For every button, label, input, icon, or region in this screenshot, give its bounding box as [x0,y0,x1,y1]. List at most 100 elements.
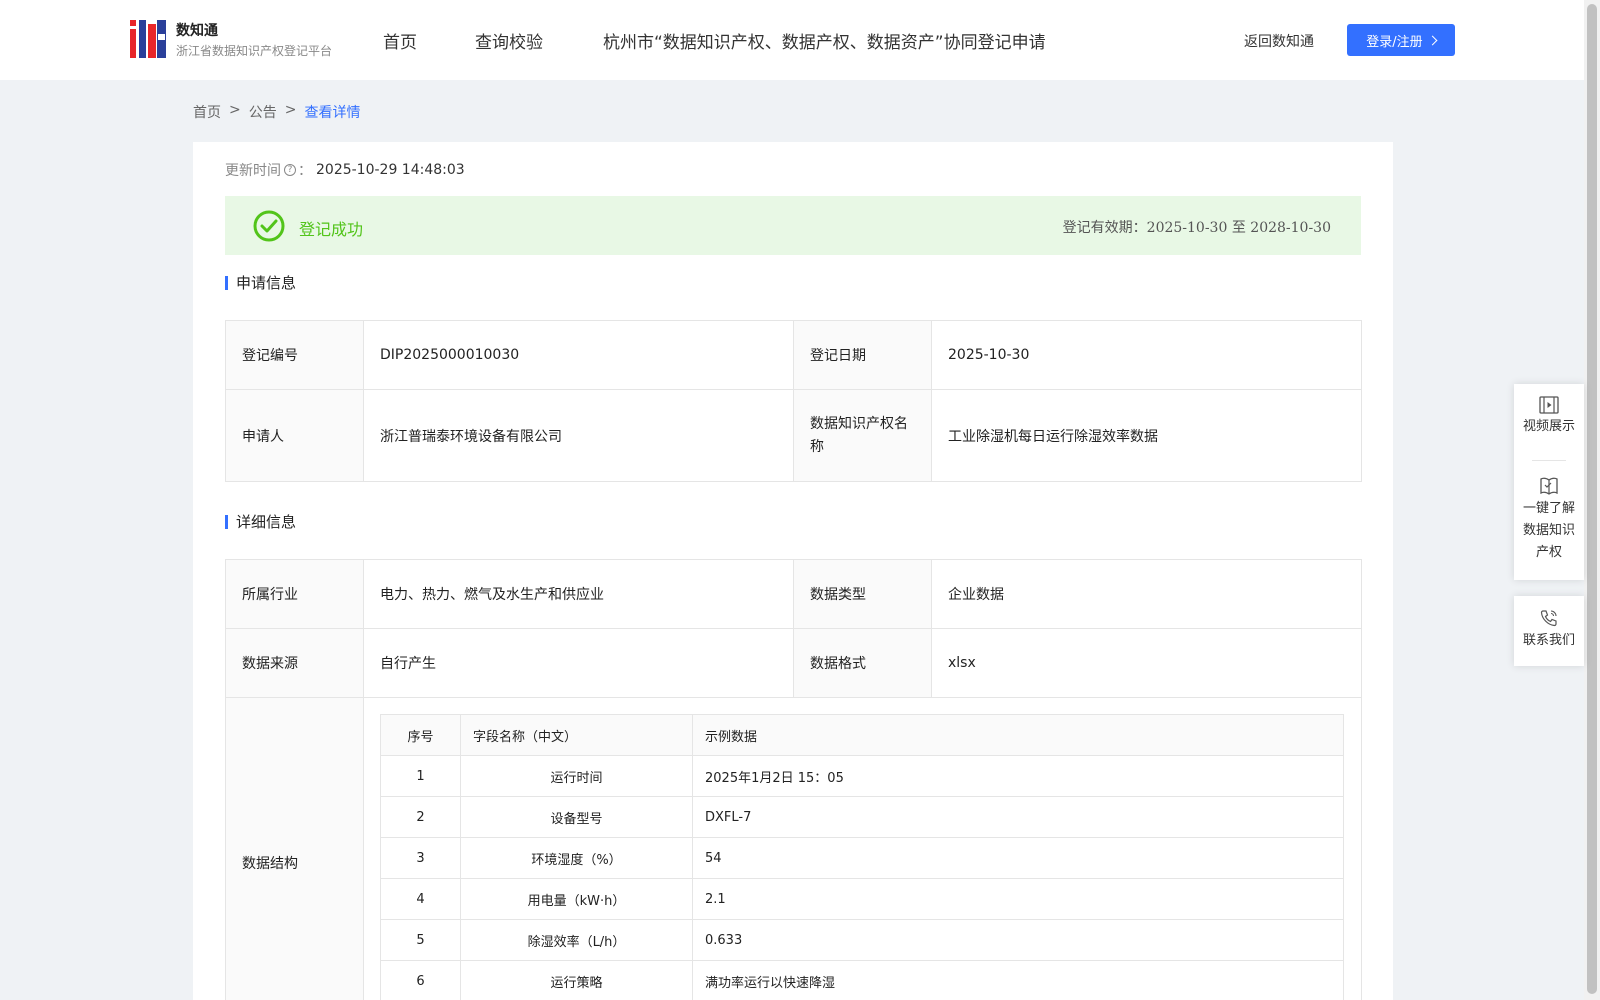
breadcrumb-current: 查看详情 [304,105,361,121]
column-header: 字段名称（中文） [460,714,693,756]
logo-title: 数知通 [176,23,218,39]
table-row: 登记编号 DIP2025000010030 登记日期 2025-10-30 [225,320,1362,390]
data-type-value: 企业数据 [931,559,1362,629]
table-row: 4 用电量（kW·h） 2.1 [380,878,1344,920]
logo-subtitle: 浙江省数据知识产权登记平台 [176,44,333,58]
breadcrumb-separator: > [229,102,241,118]
table-row: 5 除湿效率（L/h） 0.633 [380,919,1344,961]
sample-data: DXFL-7 [692,796,1344,838]
data-structure-table: 序号 字段名称（中文） 示例数据 1 运行时间 2025年1月2日 15：05 … [380,714,1344,1000]
section-title: 申请信息 [236,274,297,292]
validity-to: 至 [1231,220,1246,236]
sample-data: 满功率运行以快速降湿 [692,960,1344,1000]
field-name: 设备型号 [460,796,693,838]
sample-data: 2.1 [692,878,1344,920]
table-row: 2 设备型号 DXFL-7 [380,796,1344,838]
question-circle-icon[interactable]: ? [284,164,296,176]
table-row: 6 运行策略 满功率运行以快速降湿 [380,960,1344,1000]
table-row: 数据来源 自行产生 数据格式 xlsx [225,628,1362,698]
column-header: 序号 [380,714,461,756]
table-row: 申请人 浙江普瑞泰环境设备有限公司 数据知识产权名称 工业除湿机每日运行除湿效率… [225,389,1362,482]
login-register-button[interactable]: 登录/注册 [1347,24,1455,56]
row-index: 6 [380,960,461,1000]
nav-hangzhou-register[interactable]: 杭州市“数据知识产权、数据产权、数据资产”协同登记申请 [603,28,1046,53]
section-marker [225,514,228,529]
section-apply-info: 申请信息 [225,272,296,293]
industry-label: 所属行业 [225,559,364,629]
apply-info-table: 登记编号 DIP2025000010030 登记日期 2025-10-30 申请… [225,320,1362,482]
table-row: 3 环境湿度（%） 54 [380,837,1344,879]
divider [1532,460,1566,461]
video-showcase-button[interactable]: 视频展示 [1514,396,1584,438]
floating-side-panel: 视频展示 一键了解数据知识产权 [1514,384,1584,580]
row-index: 1 [380,755,461,797]
learn-data-ip-button[interactable]: 一键了解数据知识产权 [1514,476,1584,564]
validity-end: 2028-10-30 [1250,220,1331,236]
breadcrumb-notice[interactable]: 公告 [249,102,277,122]
update-time-label: 更新时间 [225,163,281,179]
ip-name-value: 工业除湿机每日运行除湿效率数据 [931,389,1362,482]
status-text: 登记成功 [299,220,364,239]
video-icon [1539,396,1559,414]
section-detail-info: 详细信息 [225,511,296,532]
structure-cell: 序号 字段名称（中文） 示例数据 1 运行时间 2025年1月2日 15：05 … [363,697,1362,1000]
video-showcase-label: 视频展示 [1522,419,1575,434]
sample-data: 0.633 [692,919,1344,961]
back-to-shuzhitong-link[interactable]: 返回数知通 [1244,31,1314,51]
contact-us-label: 联系我们 [1522,633,1575,648]
structure-label: 数据结构 [225,697,364,1000]
section-title: 详细信息 [236,513,297,531]
field-name: 环境湿度（%） [460,837,693,879]
ip-name-label: 数据知识产权名称 [793,389,932,482]
format-label: 数据格式 [793,628,932,698]
learn-data-ip-label: 一键了解数据知识产权 [1522,501,1575,560]
structure-header-row: 序号 字段名称（中文） 示例数据 [380,714,1344,756]
logo-mark[interactable] [130,20,166,58]
nav-query[interactable]: 查询校验 [475,28,543,53]
reg-no-value: DIP2025000010030 [363,320,794,390]
book-icon [1540,477,1558,495]
reg-date-label: 登记日期 [793,320,932,390]
section-marker [225,275,228,290]
nav-home[interactable]: 首页 [383,28,417,53]
validity-start: 2025-10-30 [1146,220,1228,236]
field-name: 运行时间 [460,755,693,797]
row-index: 3 [380,837,461,879]
breadcrumb-home[interactable]: 首页 [193,102,221,122]
detail-card: 更新时间 ? ： 2025-10-29 14:48:03 登记成功 登记有效期：… [193,142,1393,1000]
format-value: xlsx [931,628,1362,698]
table-row: 所属行业 电力、热力、燃气及水生产和供应业 数据类型 企业数据 [225,559,1362,629]
sample-data: 54 [692,837,1344,879]
top-header: 数知通 浙江省数据知识产权登记平台 首页 查询校验 杭州市“数据知识产权、数据产… [0,0,1584,80]
check-circle-icon [253,210,285,242]
contact-panel: 联系我们 [1514,596,1584,666]
update-time-colon: ： [298,163,312,179]
field-name: 除湿效率（L/h） [460,919,693,961]
scrollbar-thumb[interactable] [1587,4,1597,994]
row-index: 4 [380,878,461,920]
source-label: 数据来源 [225,628,364,698]
applicant-label: 申请人 [225,389,364,482]
sample-data: 2025年1月2日 15：05 [692,755,1344,797]
update-time-row: 更新时间 ? ： 2025-10-29 14:48:03 [225,160,465,180]
field-name: 运行策略 [460,960,693,1000]
breadcrumb-separator: > [284,102,297,118]
reg-no-label: 登记编号 [225,320,364,390]
industry-value: 电力、热力、燃气及水生产和供应业 [363,559,794,629]
source-value: 自行产生 [363,628,794,698]
table-row: 数据结构 序号 字段名称（中文） 示例数据 1 运行时间 2025年1月2日 1… [225,697,1362,1000]
field-name: 用电量（kW·h） [460,878,693,920]
validity-label: 登记有效期： [1062,220,1147,236]
data-type-label: 数据类型 [793,559,932,629]
row-index: 2 [380,796,461,838]
applicant-value: 浙江普瑞泰环境设备有限公司 [363,389,794,482]
page-scrollbar[interactable] [1584,0,1600,1000]
status-banner: 登记成功 登记有效期：2025-10-30 至 2028-10-30 [225,196,1361,255]
detail-info-table: 所属行业 电力、热力、燃气及水生产和供应业 数据类型 企业数据 数据来源 自行产… [225,559,1362,1000]
column-header: 示例数据 [692,714,1344,756]
validity-period: 登记有效期：2025-10-30 至 2028-10-30 [1063,217,1331,237]
contact-us-button[interactable]: 联系我们 [1514,608,1584,652]
chevron-right-icon [1427,35,1438,45]
reg-date-value: 2025-10-30 [931,320,1362,390]
table-row: 1 运行时间 2025年1月2日 15：05 [380,755,1344,797]
